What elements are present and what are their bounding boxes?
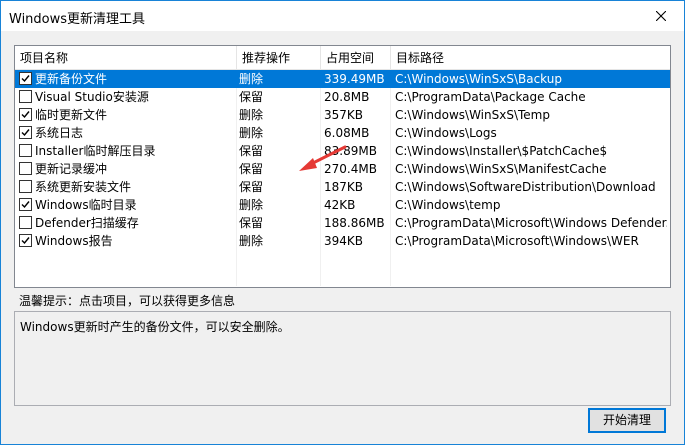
item-name-cell: 系统更新安装文件	[19, 178, 237, 196]
item-checkbox[interactable]	[19, 198, 32, 211]
item-path: C:\ProgramData\Microsoft\Windows\WER	[395, 234, 639, 248]
item-action: 删除	[239, 234, 264, 248]
item-path: C:\Windows\WinSxS\Temp	[395, 108, 550, 122]
list-header: 项目名称 推荐操作 占用空间 目标路径	[15, 46, 670, 70]
item-checkbox[interactable]	[19, 90, 32, 103]
column-header-size[interactable]: 占用空间	[321, 46, 391, 70]
item-action: 保留	[239, 216, 264, 230]
item-name: 系统更新安装文件	[35, 180, 132, 194]
item-checkbox[interactable]	[19, 108, 32, 121]
checkmark-icon	[21, 237, 30, 245]
checkmark-icon	[21, 75, 30, 83]
item-name-cell: Visual Studio安装源	[19, 88, 237, 106]
checkmark-icon	[21, 201, 30, 209]
item-checkbox[interactable]	[19, 144, 32, 157]
table-row[interactable]: Windows报告 删除 394KB C:\ProgramData\Microsoft…	[15, 232, 670, 250]
item-action: 删除	[239, 198, 264, 212]
window-title: Windows更新清理工具	[9, 12, 146, 27]
item-size: 394KB	[324, 234, 364, 248]
item-path: C:\ProgramData\Microsoft\Windows Defende…	[395, 216, 667, 230]
item-name: 更新备份文件	[35, 72, 108, 86]
table-row[interactable]: 系统更新安装文件 保留 187KB C:\Windows\SoftwareDistri…	[15, 178, 670, 196]
table-row[interactable]: Visual Studio安装源 保留 20.8MB C:\ProgramData\P…	[15, 88, 670, 106]
table-row[interactable]: Defender扫描缓存 保留 188.86MB C:\ProgramData\Mic…	[15, 214, 670, 232]
item-name: Visual Studio安装源	[35, 90, 149, 104]
item-name: Windows报告	[35, 234, 113, 248]
item-name: Installer临时解压目录	[35, 144, 156, 158]
item-checkbox[interactable]	[19, 216, 32, 229]
item-path: C:\ProgramData\Package Cache	[395, 90, 586, 104]
item-path: C:\Windows\SoftwareDistribution\Download	[395, 180, 656, 194]
item-size: 20.8MB	[324, 90, 370, 104]
table-row[interactable]: Windows临时目录 删除 42KB C:\Windows\temp	[15, 196, 670, 214]
checkmark-icon	[21, 129, 30, 137]
item-size: 339.49MB	[324, 72, 385, 86]
item-path: C:\Windows\Logs	[395, 126, 497, 140]
checkmark-icon	[21, 111, 30, 119]
item-action: 删除	[239, 126, 264, 140]
item-name-cell: 更新备份文件	[19, 70, 237, 88]
table-row[interactable]: 系统日志 删除 6.08MB C:\Windows\Logs	[15, 124, 670, 142]
hint-description-box: Windows更新时产生的备份文件，可以安全删除。	[14, 311, 671, 406]
item-checkbox[interactable]	[19, 234, 32, 247]
item-checkbox[interactable]	[19, 126, 32, 139]
title-bar: Windows更新清理工具	[1, 1, 684, 31]
item-checkbox[interactable]	[19, 180, 32, 193]
item-name-cell: 更新记录缓冲	[19, 160, 237, 178]
item-name: Windows临时目录	[35, 198, 137, 212]
table-row[interactable]: 更新备份文件 删除 339.49MB C:\Windows\WinSxS\Backup	[15, 70, 670, 88]
column-header-name[interactable]: 项目名称	[15, 46, 237, 70]
item-checkbox[interactable]	[19, 72, 32, 85]
item-name-cell: 临时更新文件	[19, 106, 237, 124]
item-path: C:\Windows\temp	[395, 198, 501, 212]
item-action: 保留	[239, 90, 264, 104]
item-path: C:\Windows\WinSxS\Backup	[395, 72, 562, 86]
item-name-cell: Defender扫描缓存	[19, 214, 237, 232]
item-checkbox[interactable]	[19, 162, 32, 175]
item-name-cell: Windows临时目录	[19, 196, 237, 214]
item-size: 188.86MB	[324, 216, 385, 230]
item-size: 6.08MB	[324, 126, 370, 140]
item-path: C:\Windows\Installer\$PatchCache$	[395, 144, 608, 158]
item-size: 42KB	[324, 198, 356, 212]
hint-description: Windows更新时产生的备份文件，可以安全删除。	[20, 320, 290, 334]
item-size: 187KB	[324, 180, 364, 194]
item-name-cell: Installer临时解压目录	[19, 142, 237, 160]
app-window: Windows更新清理工具 项目名称 推荐操作 占用空间 目标路径 更新备份文件…	[0, 0, 685, 445]
start-cleanup-button[interactable]: 开始清理	[588, 408, 666, 433]
hint-label: 温馨提示：点击项目，可以获得更多信息	[19, 294, 236, 308]
close-button[interactable]	[638, 1, 684, 31]
item-path: C:\Windows\WinSxS\ManifestCache	[395, 162, 607, 176]
item-name: 临时更新文件	[35, 108, 108, 122]
column-header-action[interactable]: 推荐操作	[237, 46, 321, 70]
item-action: 保留	[239, 180, 264, 194]
item-name-cell: Windows报告	[19, 232, 237, 250]
item-size: 357KB	[324, 108, 364, 122]
item-name-cell: 系统日志	[19, 124, 237, 142]
item-action: 删除	[239, 108, 264, 122]
item-name: Defender扫描缓存	[35, 216, 139, 230]
item-action: 删除	[239, 72, 264, 86]
item-name: 更新记录缓冲	[35, 162, 108, 176]
item-name: 系统日志	[35, 126, 84, 140]
close-icon	[656, 11, 666, 21]
column-header-path[interactable]: 目标路径	[391, 46, 670, 70]
table-row[interactable]: 临时更新文件 删除 357KB C:\Windows\WinSxS\Temp	[15, 106, 670, 124]
red-arrow-annotation	[299, 145, 347, 171]
